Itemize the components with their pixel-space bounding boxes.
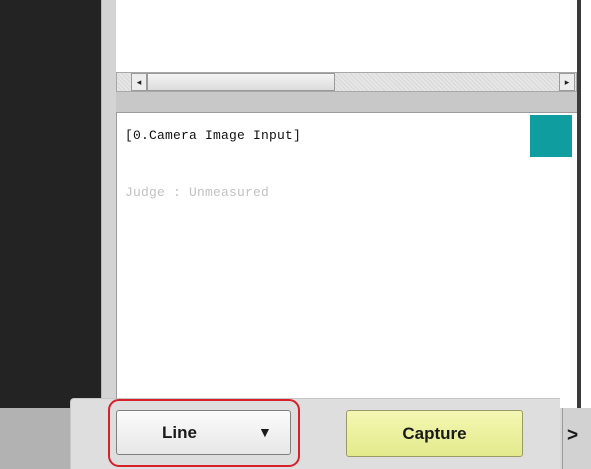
- horizontal-scrollbar[interactable]: ◂ ▸: [116, 72, 577, 92]
- image-view-area: [116, 0, 574, 72]
- capture-button[interactable]: Capture: [346, 410, 523, 457]
- arrow-right-icon: ▸: [564, 76, 570, 87]
- unit-title: [0.Camera Image Input]: [125, 128, 302, 143]
- panel-divider[interactable]: [101, 0, 116, 408]
- arrow-left-icon: ◂: [136, 76, 142, 87]
- right-edge-line: [577, 0, 581, 408]
- scroll-right-button[interactable]: ▸: [559, 73, 575, 91]
- more-button[interactable]: >: [562, 408, 591, 469]
- scroll-left-button[interactable]: ◂: [131, 73, 147, 91]
- status-indicator: [530, 115, 572, 157]
- left-dark-panel: [0, 0, 101, 408]
- highlight-annotation: [108, 399, 300, 467]
- bottom-left-area: [0, 408, 70, 469]
- chevron-right-icon: >: [567, 425, 579, 446]
- detail-result-panel: [0.Camera Image Input] Judge : Unmeasure…: [116, 113, 574, 408]
- section-separator: [116, 92, 577, 113]
- capture-label: Capture: [402, 423, 467, 443]
- judge-status: Judge : Unmeasured: [125, 185, 270, 200]
- scrollbar-thumb[interactable]: [147, 73, 335, 91]
